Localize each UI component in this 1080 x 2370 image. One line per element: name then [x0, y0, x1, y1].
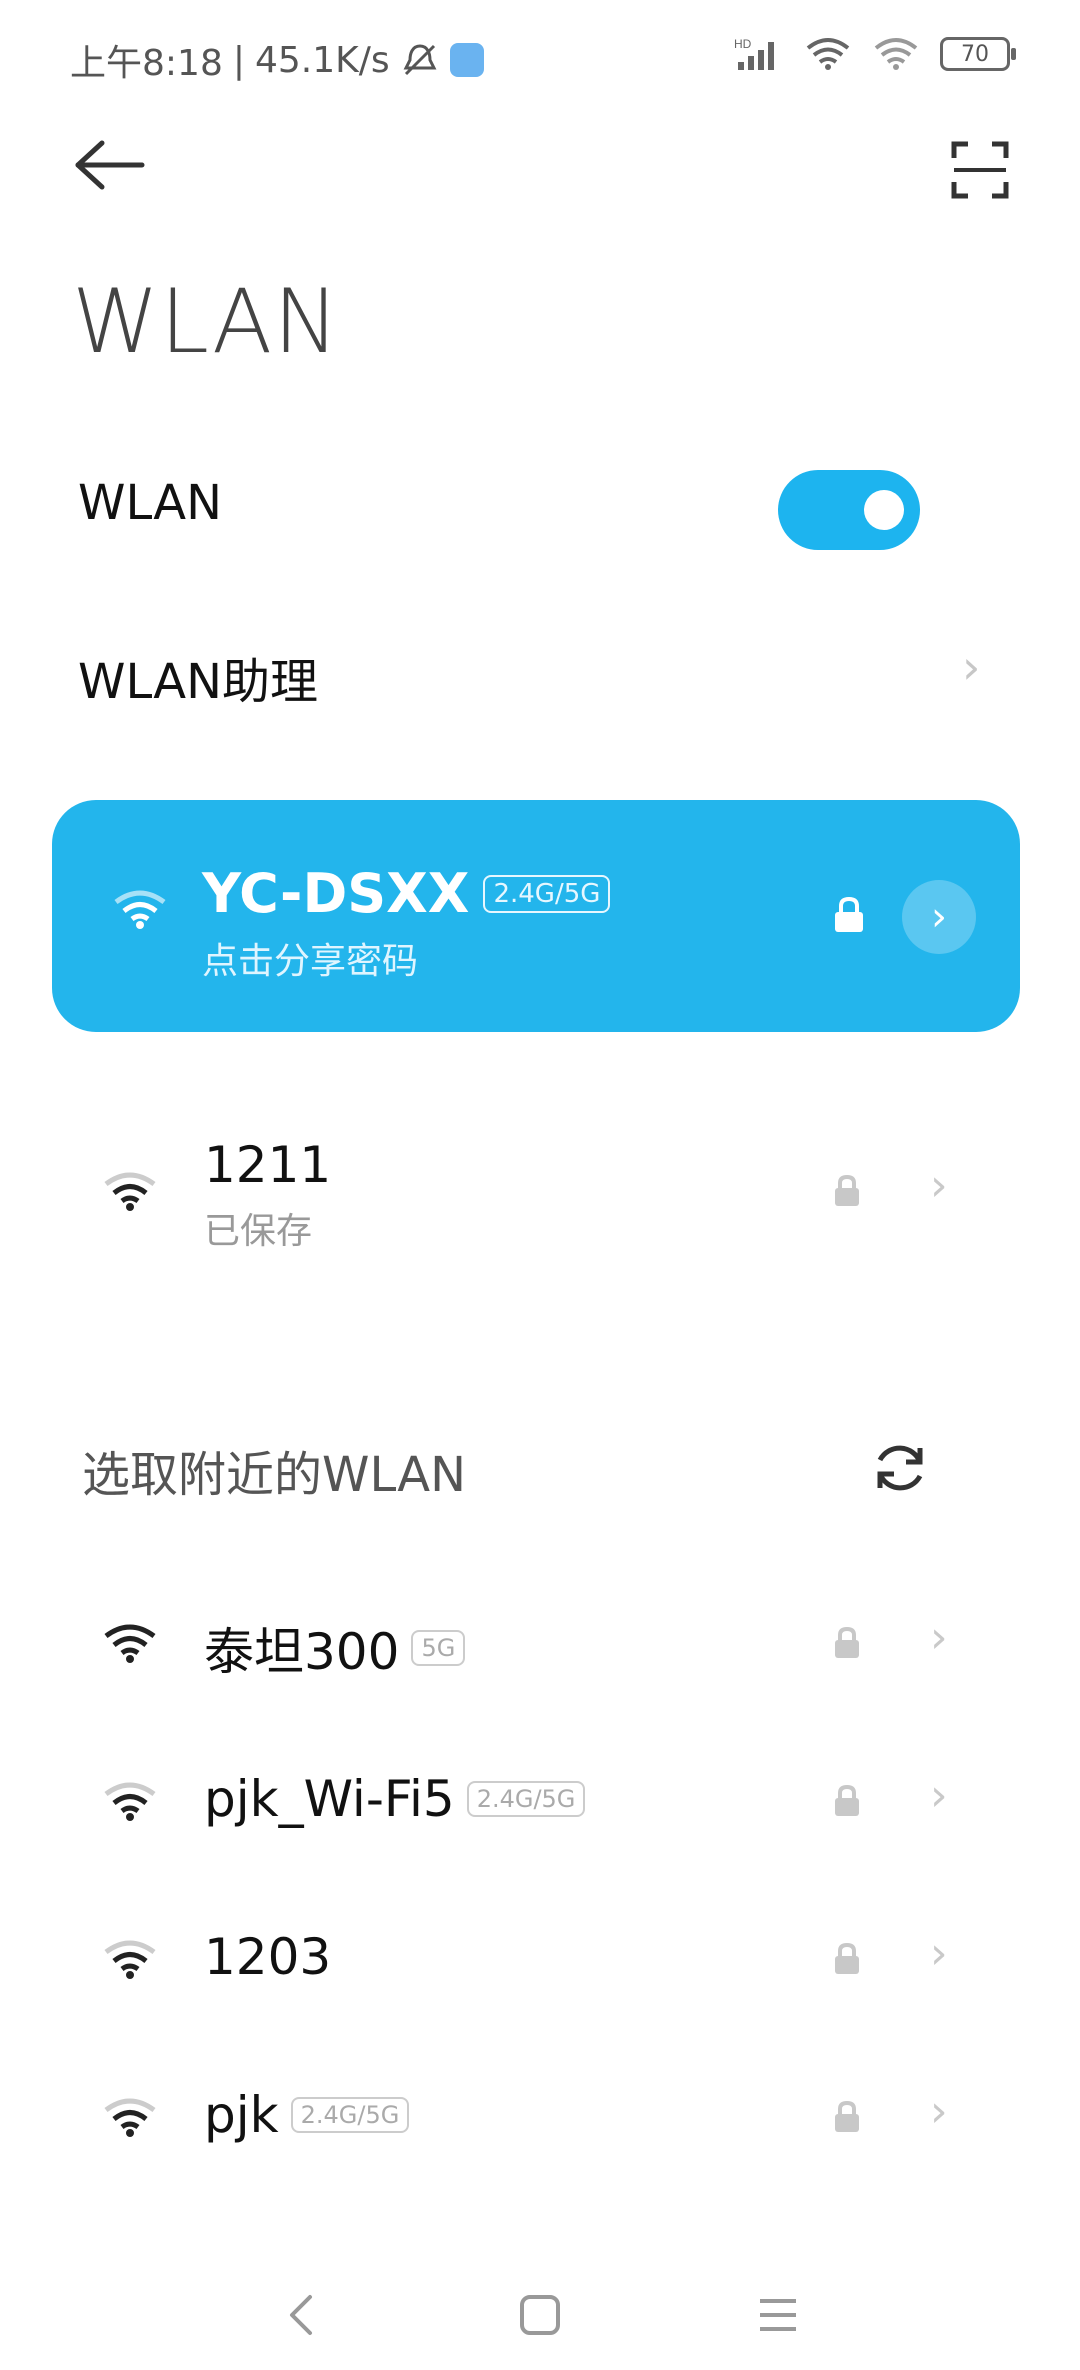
nav-menu-icon[interactable] — [748, 2285, 808, 2345]
nearby-ssid: pjk_Wi-Fi5 2.4G/5G — [204, 1770, 586, 1828]
lock-icon — [835, 2100, 859, 2132]
status-speed: 45.1K/s — [254, 39, 390, 81]
nearby-network-row[interactable]: pjk 2.4G/5G › — [0, 2056, 1080, 2176]
battery-indicator: 70 — [940, 37, 1016, 71]
hd-label: HD — [734, 37, 752, 51]
nearby-network-row[interactable]: 1203 › — [0, 1898, 1080, 2018]
scan-qr-icon[interactable] — [950, 140, 1010, 200]
saved-network-row[interactable]: 1211 已保存 › — [0, 1130, 1080, 1252]
wifi-icon — [104, 2098, 156, 2137]
wlan-toggle-row[interactable]: WLAN — [78, 475, 222, 531]
back-arrow-icon[interactable] — [70, 135, 150, 195]
connected-network-card[interactable]: YC-DSXX 2.4G/5G 点击分享密码 › — [52, 800, 1020, 1032]
chevron-right-icon[interactable]: › — [930, 1770, 948, 1821]
status-bar-left: 上午8:18 | 45.1K/s — [70, 34, 484, 86]
nearby-ssid-text: pjk — [204, 2086, 279, 2144]
status-bar-right: HD 70 — [734, 36, 1016, 72]
nearby-network-row[interactable]: 泰坦300 5G › — [0, 1582, 1080, 1702]
connected-ssid-text: YC-DSXX — [202, 862, 470, 925]
wlan-assistant-row[interactable]: WLAN助理 — [78, 642, 318, 712]
nearby-section-title: 选取附近的WLAN — [82, 1447, 467, 1503]
nav-home-icon[interactable] — [510, 2285, 570, 2345]
band-tag: 2.4G/5G — [466, 1781, 586, 1817]
wifi-icon — [104, 1624, 156, 1663]
band-tag: 2.4G/5G — [290, 2097, 410, 2133]
saved-ssid: 1211 — [204, 1136, 332, 1194]
chevron-right-icon[interactable]: › — [930, 1160, 948, 1211]
wifi-icon — [114, 890, 166, 929]
wifi-icon — [104, 1940, 156, 1979]
app-notification-icon — [449, 43, 484, 77]
toggle-knob — [864, 490, 904, 530]
nearby-ssid: pjk 2.4G/5G — [204, 2086, 410, 2144]
chevron-right-icon[interactable]: › — [930, 1612, 948, 1663]
nearby-ssid: 1203 — [204, 1928, 331, 1986]
wlan-assistant-label: WLAN助理 — [78, 654, 319, 710]
status-time: 上午8:18 — [70, 43, 223, 84]
chevron-right-icon[interactable]: › — [930, 2086, 948, 2137]
lock-icon — [835, 1784, 859, 1816]
lock-icon — [835, 1942, 859, 1974]
connected-ssid: YC-DSXX 2.4G/5G — [202, 862, 611, 925]
nearby-ssid-text: pjk_Wi-Fi5 — [204, 1770, 455, 1828]
band-tag: 2.4G/5G — [483, 874, 611, 913]
refresh-icon[interactable] — [870, 1438, 930, 1498]
signal-icon: HD — [734, 37, 774, 70]
nearby-ssid-text: 泰坦300 — [204, 1623, 400, 1681]
lock-icon — [835, 896, 863, 932]
wlan-label: WLAN — [78, 475, 223, 531]
chevron-right-icon[interactable]: › — [930, 1928, 948, 1979]
wifi-icon — [104, 1172, 156, 1211]
nearby-ssid-text: 1203 — [204, 1928, 332, 1986]
wifi-secondary-icon — [874, 38, 918, 70]
nearby-ssid: 泰坦300 5G — [204, 1612, 466, 1684]
wifi-icon — [104, 1782, 156, 1821]
battery-level: 70 — [961, 41, 989, 67]
mute-icon — [403, 44, 437, 76]
wlan-toggle[interactable] — [778, 470, 920, 550]
band-tag: 5G — [411, 1630, 466, 1666]
chevron-right-icon: › — [931, 894, 947, 940]
chevron-right-icon: › — [962, 640, 981, 694]
share-password-text: 点击分享密码 — [202, 941, 419, 982]
lock-icon — [835, 1174, 859, 1206]
lock-icon — [835, 1626, 859, 1658]
saved-status: 已保存 — [204, 1211, 313, 1252]
wifi-status-icon — [806, 38, 850, 70]
nav-back-icon[interactable] — [272, 2285, 332, 2345]
nearby-network-row[interactable]: pjk_Wi-Fi5 2.4G/5G › — [0, 1740, 1080, 1860]
network-details-button[interactable]: › — [902, 880, 976, 954]
page-title: WLAN — [72, 270, 341, 373]
